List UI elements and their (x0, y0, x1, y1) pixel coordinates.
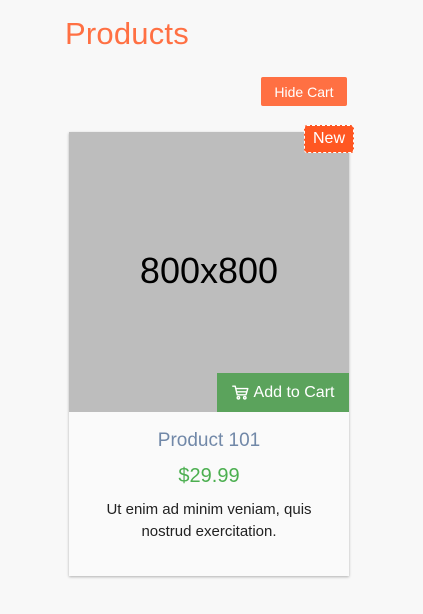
product-image-placeholder-text: 800x800 (139, 250, 279, 291)
page-title: Products (65, 16, 189, 51)
product-description: Ut enim ad minim veniam, quis nostrud ex… (106, 501, 312, 540)
product-name: Product 101 (157, 430, 261, 451)
shopping-cart-icon (231, 385, 249, 400)
hide-cart-button[interactable]: Hide Cart (261, 77, 347, 106)
new-badge: New (304, 125, 354, 153)
product-price: $29.99 (178, 465, 240, 487)
add-to-cart-label: Add to Cart (253, 383, 335, 401)
product-image: 800x800 (69, 132, 349, 412)
add-to-cart-button[interactable]: Add to Cart (217, 373, 349, 412)
product-card: 800x800 New Add to Cart Product 101 $29.… (69, 125, 354, 576)
